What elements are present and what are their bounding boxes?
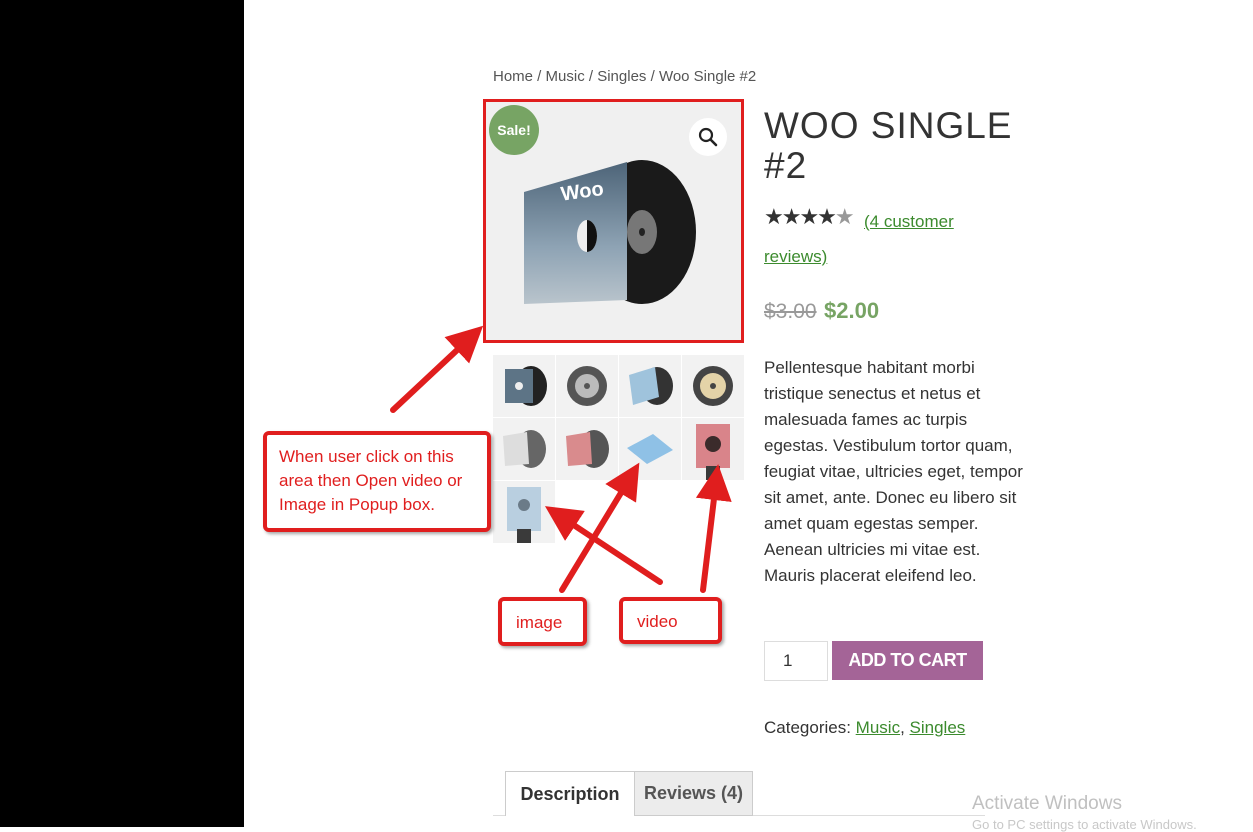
tab-description[interactable]: Description bbox=[505, 771, 635, 816]
thumbnail-image bbox=[507, 487, 541, 543]
windows-activation-subtext: Go to PC settings to activate Windows. bbox=[972, 817, 1197, 832]
zoom-button[interactable] bbox=[689, 118, 727, 156]
thumbnail-4[interactable] bbox=[682, 355, 744, 417]
category-link-singles[interactable]: Singles bbox=[910, 718, 966, 737]
categories-label: Categories: bbox=[764, 718, 851, 737]
annotation-callout-video: video bbox=[619, 597, 722, 644]
thumbnail-image bbox=[627, 434, 673, 464]
thumbnail-6[interactable] bbox=[556, 418, 618, 480]
thumbnail-image bbox=[696, 424, 730, 480]
thumbnail-image bbox=[503, 430, 546, 468]
sale-badge: Sale! bbox=[489, 105, 539, 155]
price-new: $2.00 bbox=[824, 298, 880, 323]
categories: Categories: Music, Singles bbox=[764, 718, 966, 737]
thumbnail-image bbox=[629, 367, 673, 405]
thumbnail-image bbox=[567, 366, 607, 406]
breadcrumb: Home / Music / Singles / Woo Single #2 bbox=[493, 68, 757, 85]
vinyl-record-image: Woo bbox=[524, 160, 696, 304]
thumbnail-image bbox=[505, 366, 547, 406]
category-link-music[interactable]: Music bbox=[856, 718, 900, 737]
price-old: $3.00 bbox=[764, 300, 817, 323]
reviews-link[interactable]: (4 customer reviews) bbox=[764, 204, 1004, 274]
tab-reviews[interactable]: Reviews (4) bbox=[634, 771, 753, 816]
thumbnail-2[interactable] bbox=[556, 355, 618, 417]
add-to-cart-button[interactable]: ADD TO CART bbox=[832, 641, 983, 680]
product-main-image[interactable]: Woo Sale! bbox=[483, 99, 744, 343]
thumbnail-1[interactable] bbox=[493, 355, 555, 417]
thumbnail-9-image[interactable] bbox=[493, 481, 555, 543]
thumbnail-image bbox=[566, 430, 609, 468]
left-black-bar bbox=[0, 0, 244, 827]
breadcrumb-music[interactable]: Music bbox=[546, 68, 585, 85]
breadcrumb-home[interactable]: Home bbox=[493, 68, 533, 85]
thumbnail-8-video[interactable] bbox=[682, 418, 744, 480]
thumbnail-image bbox=[693, 366, 733, 406]
breadcrumb-singles[interactable]: Singles bbox=[597, 68, 646, 85]
annotation-callout-main: When user click on this area then Open v… bbox=[263, 431, 491, 532]
thumbnail-7[interactable] bbox=[619, 418, 681, 480]
breadcrumb-current: Woo Single #2 bbox=[658, 68, 757, 85]
annotation-callout-image: image bbox=[498, 597, 587, 646]
product-title: WOO SINGLE #2 bbox=[764, 105, 1013, 186]
quantity-input[interactable]: 1 bbox=[764, 641, 828, 681]
magnifier-icon bbox=[698, 127, 718, 147]
windows-activation-watermark: Activate Windows bbox=[972, 793, 1122, 814]
thumbnail-5[interactable] bbox=[493, 418, 555, 480]
thumbnail-3[interactable] bbox=[619, 355, 681, 417]
page-background bbox=[244, 0, 1253, 827]
product-description: Pellentesque habitant morbi tristique se… bbox=[764, 358, 1023, 585]
